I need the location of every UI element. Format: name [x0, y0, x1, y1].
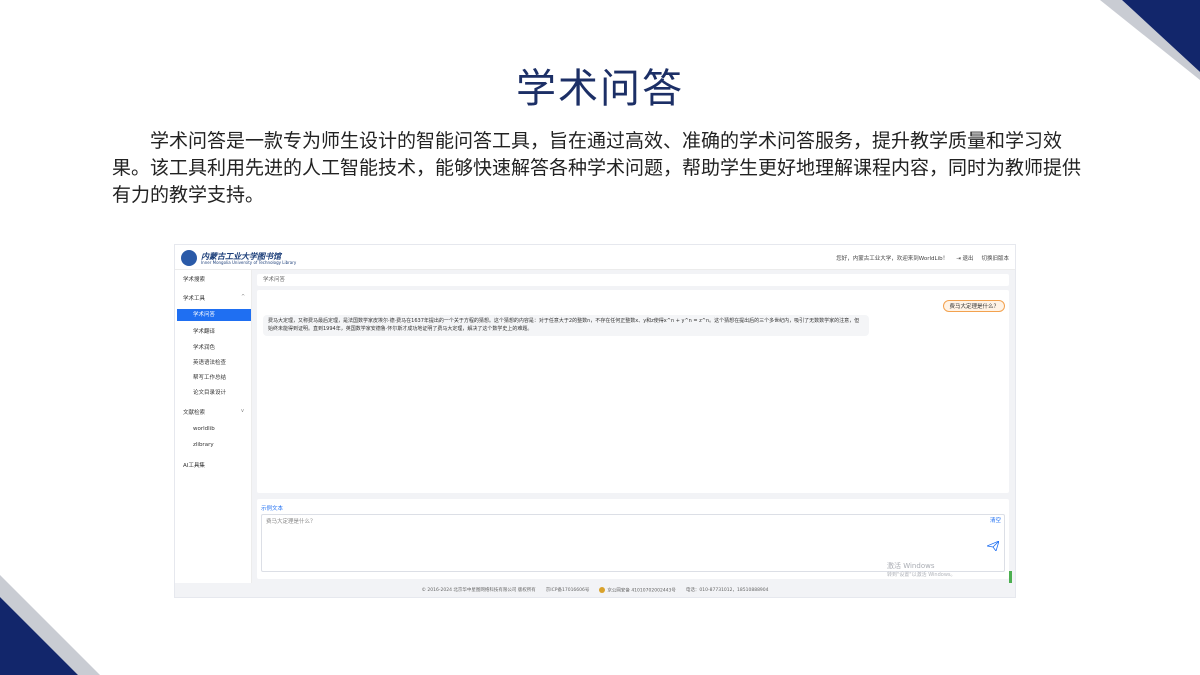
sidebar-item-work-summary[interactable]: 帮写工作总结 — [193, 373, 226, 381]
sidebar-item-grammar-check[interactable]: 英语语法检查 — [193, 358, 226, 366]
sidebar-item-academic-polish[interactable]: 学术润色 — [193, 343, 215, 351]
clear-button[interactable]: 清空 — [990, 516, 1001, 524]
slide-title: 学术问答 — [516, 66, 684, 112]
example-text-link[interactable]: 示例文本 — [261, 504, 283, 512]
send-icon[interactable] — [987, 541, 999, 551]
sidebar-item-literature-search[interactable]: 文献检索 — [183, 408, 205, 416]
user-question-bubble: 费马大定理是什么？ — [943, 300, 1005, 312]
police-emblem-icon — [599, 586, 606, 593]
chevron-up-icon[interactable]: ^ — [241, 294, 245, 300]
logout-icon: ⇥ — [956, 256, 961, 262]
sidebar-item-worldlib[interactable]: worldlib — [193, 426, 215, 432]
corner-decoration-bottom-left — [0, 575, 100, 675]
library-logo-subtitle: Inner Mongolia University of Technology … — [201, 260, 297, 265]
greeting-text: 您好，内蒙古工业大学，欢迎来到WorldLib！ — [836, 256, 949, 262]
sidebar-item-zlibrary[interactable]: zlibrary — [193, 442, 214, 448]
sidebar-item-academic-translate[interactable]: 学术翻译 — [193, 327, 215, 335]
sidebar-item-thesis-outline[interactable]: 论文目录设计 — [193, 388, 226, 396]
footer-phone: 电话：010-87731012，18510888904 — [685, 588, 769, 593]
slide-description: 学术问答是一款专为师生设计的智能问答工具，旨在通过高效、准确的学术问答服务，提升… — [112, 130, 1082, 206]
footer-icp[interactable]: 京ICP备17016606号 — [546, 587, 590, 593]
chevron-down-icon[interactable]: v — [241, 408, 244, 414]
sidebar-item-ai-tools[interactable]: AI工具集 — [183, 461, 205, 469]
sidebar-item-academic-tools[interactable]: 学术工具 — [183, 294, 205, 302]
logout-label: 退出 — [962, 256, 974, 262]
panel-title: 学术问答 — [257, 274, 1009, 286]
scrollbar-thumb[interactable] — [1009, 571, 1012, 583]
footer-copyright: © 2016-2024 北京华中星图网络科技有限公司 版权所有 — [421, 588, 536, 593]
switch-version-button[interactable]: 切换旧版本 — [981, 254, 1009, 262]
sidebar-item-academic-search[interactable]: 学术搜索 — [183, 275, 205, 283]
chat-area: 费马大定理是什么？ 费马大定理，又称费马最后定理，是法国数学家皮埃尔·德·费马在… — [257, 290, 1009, 493]
footer: © 2016-2024 北京华中星图网络科技有限公司 版权所有 京ICP备170… — [175, 583, 1015, 597]
sidebar-item-academic-qa[interactable]: 学术问答 — [177, 309, 251, 321]
app-header: 内蒙古工业大学图书馆 Inner Mongolia University of … — [175, 245, 1015, 270]
sidebar: 学术搜索 学术工具 ^ 学术问答 学术翻译 学术润色 英语语法检查 帮写工作总结… — [175, 270, 252, 597]
university-logo-icon — [181, 250, 197, 266]
bot-answer-bubble: 费马大定理，又称费马最后定理，是法国数学家皮埃尔·德·费马在1637年提出的一个… — [263, 315, 869, 336]
app-screenshot: 内蒙古工业大学图书馆 Inner Mongolia University of … — [174, 244, 1016, 598]
footer-police-record[interactable]: 京公网安备 41010702002443号 — [607, 588, 676, 593]
logout-button[interactable]: ⇥ 退出 — [956, 254, 973, 262]
windows-activation-hint: 转到"设置"以激活 Windows。 — [887, 572, 956, 578]
windows-activation-watermark: 激活 Windows — [887, 562, 935, 570]
